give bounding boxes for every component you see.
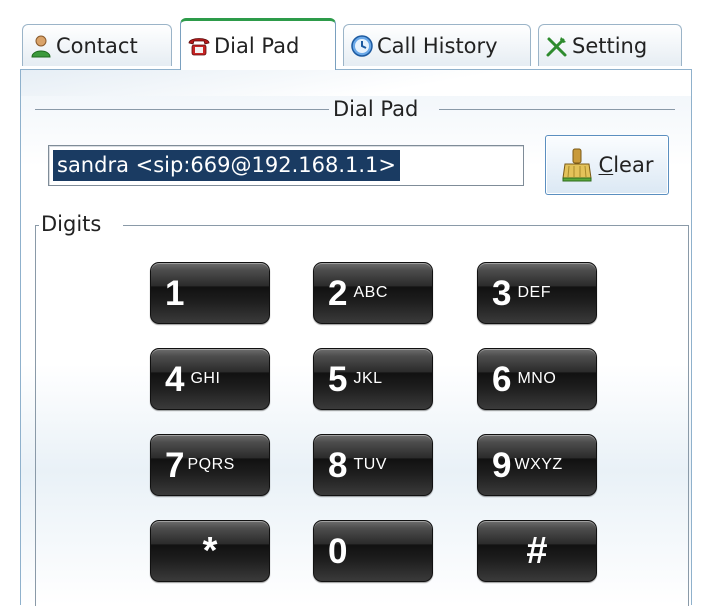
- clock-icon: [351, 34, 373, 57]
- key-digit: 3: [492, 273, 512, 313]
- key-6[interactable]: 6 MNO: [477, 348, 597, 410]
- tab-label: Setting: [572, 33, 648, 58]
- key-digit: 2: [328, 273, 348, 313]
- key-digit: 8: [328, 445, 348, 485]
- clear-button[interactable]: Clear: [545, 135, 669, 195]
- key-letters: GHI: [190, 370, 221, 387]
- key-0[interactable]: 0: [313, 520, 433, 582]
- tab-call-history[interactable]: Call History: [343, 24, 531, 66]
- key-digit: 7: [165, 445, 185, 485]
- key-letters: DEF: [517, 284, 551, 301]
- key-letters: JKL: [353, 370, 383, 387]
- digits-group-title: Digits: [41, 212, 102, 236]
- key-hash[interactable]: #: [477, 520, 597, 582]
- tab-label: Call History: [377, 33, 498, 58]
- key-2[interactable]: 2 ABC: [313, 262, 433, 324]
- group-border: [688, 225, 689, 606]
- key-digit: 4: [165, 359, 185, 399]
- broom-icon: [561, 148, 592, 182]
- key-star[interactable]: *: [150, 520, 270, 582]
- key-letters: PQRS: [187, 456, 235, 473]
- key-digit: *: [202, 530, 218, 572]
- tab-label: Dial Pad: [214, 33, 300, 58]
- key-7[interactable]: 7 PQRS: [150, 434, 270, 496]
- group-border: [35, 109, 329, 110]
- key-digit: 9: [492, 445, 512, 485]
- tab-label: Contact: [56, 33, 138, 58]
- key-5[interactable]: 5 JKL: [313, 348, 433, 410]
- clear-mnemonic: C: [598, 153, 614, 177]
- selected-text: sandra <sip:669@192.168.1.1>: [53, 150, 400, 181]
- key-letters: WXYZ: [514, 456, 563, 473]
- dial-pad-panel: Dial Pad sandra <sip:669@192.168.1.1> Cl…: [20, 69, 692, 606]
- key-4[interactable]: 4 GHI: [150, 348, 270, 410]
- key-9[interactable]: 9 WXYZ: [477, 434, 597, 496]
- key-digit: 6: [492, 359, 512, 399]
- contact-icon: [31, 35, 51, 57]
- group-border: [123, 225, 689, 226]
- key-letters: TUV: [353, 456, 387, 473]
- key-digit: 5: [328, 359, 348, 399]
- group-border: [35, 225, 36, 606]
- key-digit: 1: [165, 273, 185, 313]
- key-1[interactable]: 1: [150, 262, 270, 324]
- key-8[interactable]: 8 TUV: [313, 434, 433, 496]
- key-3[interactable]: 3 DEF: [477, 262, 597, 324]
- key-letters: ABC: [353, 284, 388, 301]
- sip-address-input[interactable]: sandra <sip:669@192.168.1.1>: [48, 145, 524, 186]
- clear-label-rest: lear: [613, 153, 654, 177]
- dial-pad-group-title: Dial Pad: [333, 97, 419, 121]
- tools-icon: [546, 36, 567, 56]
- group-border: [439, 109, 675, 110]
- key-digit: 0: [328, 531, 348, 571]
- phone-icon: [188, 37, 210, 55]
- tab-contact[interactable]: Contact: [22, 24, 172, 66]
- key-letters: MNO: [517, 370, 557, 387]
- tab-setting[interactable]: Setting: [538, 24, 682, 66]
- tab-dial-pad[interactable]: Dial Pad: [180, 18, 336, 70]
- key-digit: #: [526, 530, 548, 572]
